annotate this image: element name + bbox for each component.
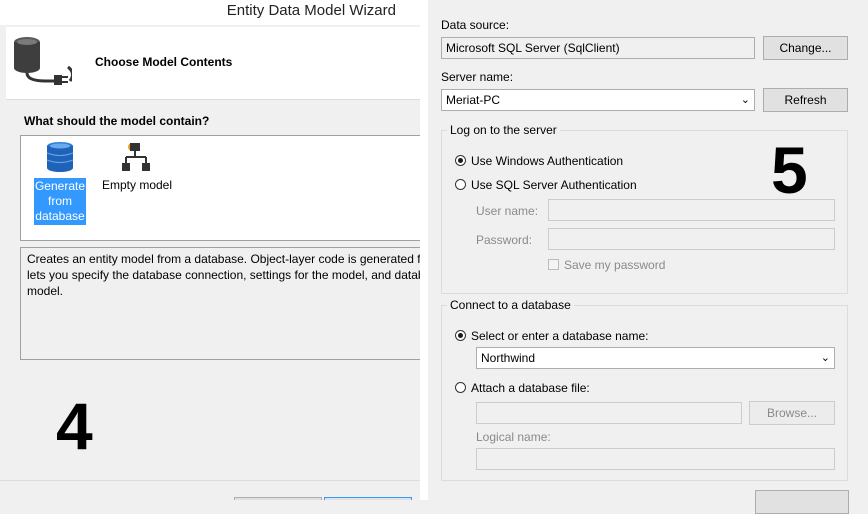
- advanced-button[interactable]: [755, 490, 849, 514]
- server-name-label: Server name:: [441, 70, 514, 84]
- sql-auth-radio[interactable]: [455, 179, 466, 190]
- chevron-down-icon[interactable]: ⌄: [821, 351, 830, 365]
- user-name-label: User name:: [476, 204, 539, 218]
- hierarchy-icon: [122, 143, 150, 171]
- connection-properties-panel: Data source: Microsoft SQL Server (SqlCl…: [428, 0, 868, 514]
- chevron-down-icon[interactable]: ⌄: [741, 93, 750, 107]
- save-password-label: Save my password: [564, 258, 666, 272]
- attach-db-radio[interactable]: [455, 382, 466, 393]
- option-empty-model[interactable]: Empty model: [97, 141, 177, 193]
- save-password-checkbox[interactable]: [548, 259, 559, 270]
- windows-auth-radio[interactable]: [455, 155, 466, 166]
- password-label: Password:: [476, 233, 533, 247]
- attach-db-label[interactable]: Attach a database file:: [471, 381, 590, 395]
- model-question-label: What should the model contain?: [24, 114, 210, 128]
- database-name-value: Northwind: [481, 351, 536, 365]
- wizard-header: Choose Model Contents: [6, 27, 420, 100]
- header-title: Choose Model Contents: [95, 55, 233, 69]
- select-db-radio[interactable]: [455, 330, 466, 341]
- logical-name-field[interactable]: [476, 448, 835, 470]
- password-field[interactable]: [548, 228, 835, 250]
- database-icon: [46, 142, 74, 172]
- option-label: Generate from database: [34, 178, 86, 225]
- window-title: Entity Data Model Wizard: [226, 2, 396, 19]
- server-name-value: Meriat-PC: [446, 93, 501, 107]
- window-title-bar: Entity Data Model Wizard: [0, 0, 420, 25]
- change-button[interactable]: Change...: [763, 36, 848, 60]
- select-db-label[interactable]: Select or enter a database name:: [471, 329, 648, 343]
- database-name-combo[interactable]: Northwind ⌄: [476, 347, 835, 369]
- server-name-combo[interactable]: Meriat-PC ⌄: [441, 89, 755, 111]
- data-source-field: Microsoft SQL Server (SqlClient): [441, 37, 755, 59]
- data-source-label: Data source:: [441, 18, 510, 32]
- sql-auth-label[interactable]: Use SQL Server Authentication: [471, 178, 637, 192]
- connect-group-title: Connect to a database: [447, 298, 574, 312]
- windows-auth-label[interactable]: Use Windows Authentication: [471, 154, 623, 168]
- logon-group-title: Log on to the server: [447, 123, 560, 137]
- refresh-button[interactable]: Refresh: [763, 88, 848, 112]
- model-options-list: Generate from database Empty model: [20, 135, 420, 241]
- option-description: Creates an entity model from a database.…: [20, 247, 420, 360]
- wizard-left-panel: Entity Data Model Wizard Choose Model Co…: [0, 0, 420, 500]
- panel-divider: [420, 0, 428, 500]
- logical-name-label: Logical name:: [476, 430, 551, 444]
- browse-button[interactable]: Browse...: [749, 401, 835, 425]
- attach-db-file-field[interactable]: [476, 402, 742, 424]
- step-number-label: 5: [771, 133, 808, 207]
- option-generate-from-database[interactable]: Generate from database: [34, 141, 86, 225]
- option-label: Empty model: [101, 178, 173, 192]
- step-number-label: 4: [56, 389, 93, 463]
- database-plug-icon: [14, 37, 72, 85]
